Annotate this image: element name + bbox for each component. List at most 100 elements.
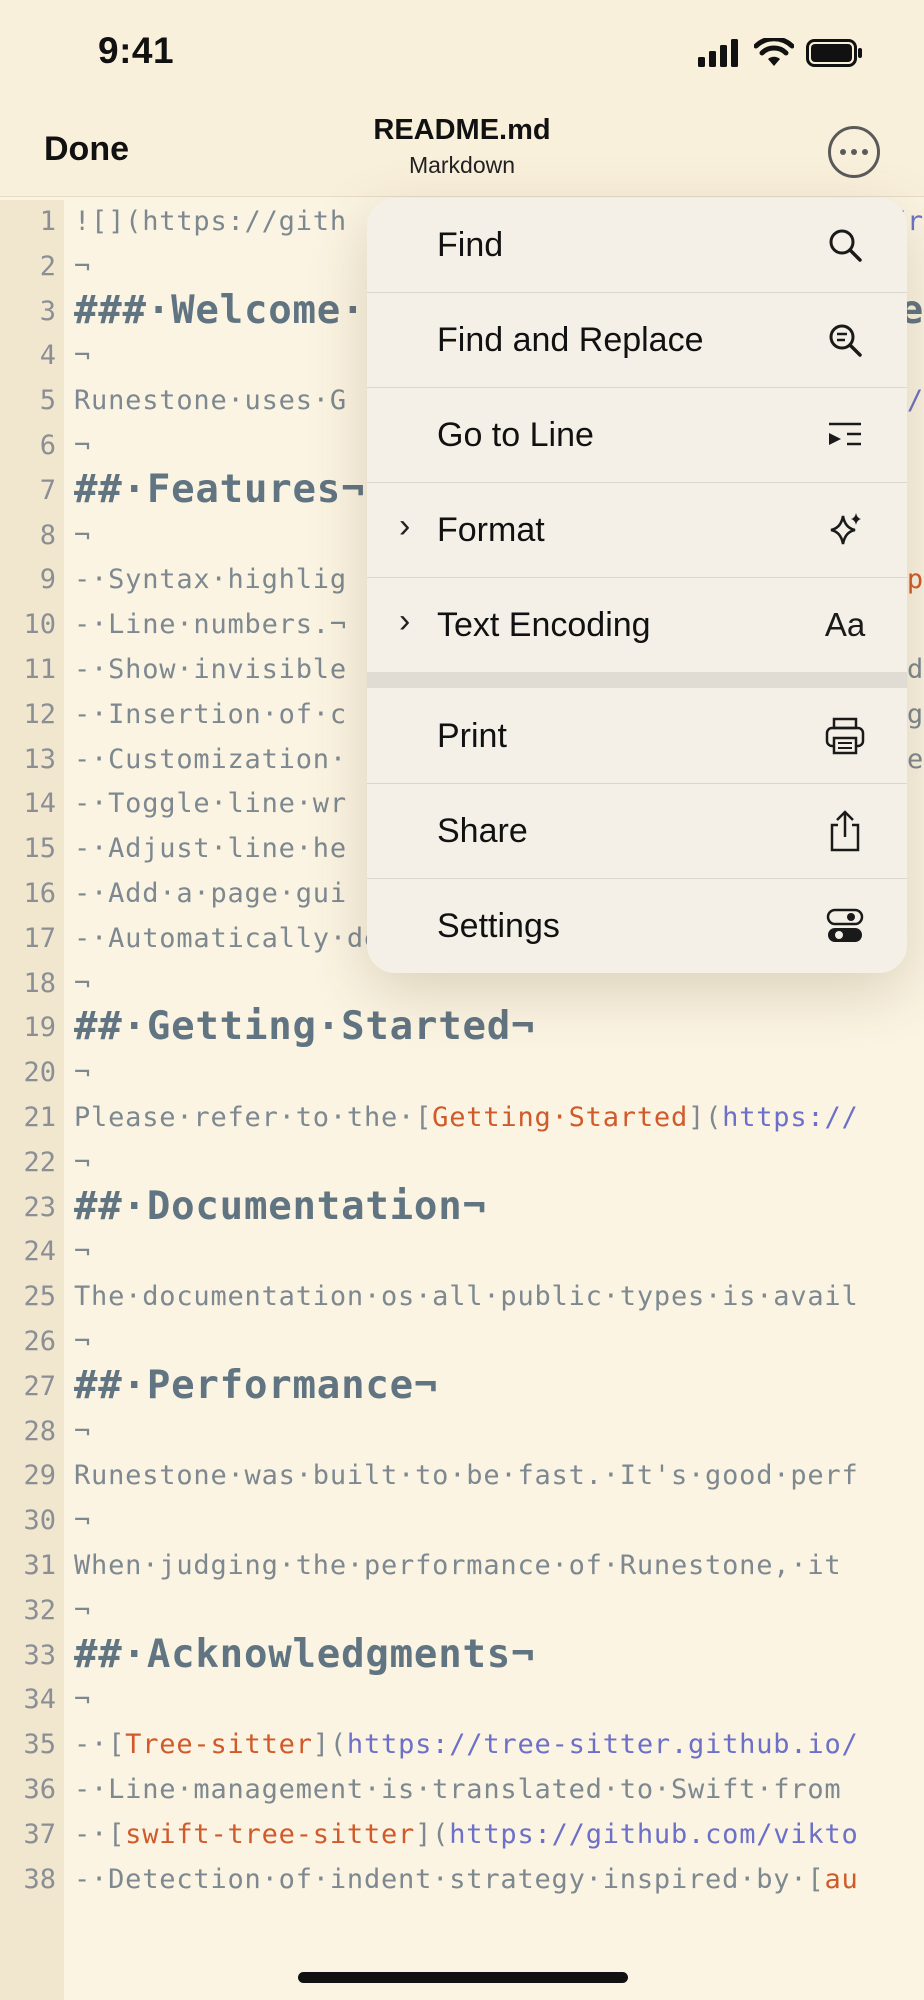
code-line[interactable]: 19 ##·Getting·Started¬ bbox=[0, 1006, 924, 1050]
home-indicator[interactable] bbox=[298, 1972, 628, 1983]
heading-text: ###·Welcome·t bbox=[74, 290, 390, 333]
code-text: ¬ bbox=[74, 340, 91, 371]
code-line[interactable]: 21 Please·refer·to·the·[Getting·Started](… bbox=[0, 1096, 924, 1140]
code-line[interactable]: 37 -·[swift-tree-sitter](https://github.c… bbox=[0, 1813, 924, 1857]
status-icons bbox=[698, 36, 864, 70]
menu-item-print[interactable]: Print bbox=[367, 689, 907, 784]
line-number: 17 bbox=[23, 922, 56, 954]
more-options-icon[interactable] bbox=[828, 126, 880, 178]
printer-icon bbox=[821, 712, 869, 760]
code-fragment: -·Line·numbers.¬ bbox=[74, 609, 347, 641]
menu-item-label: Text Encoding bbox=[437, 606, 651, 644]
code-line[interactable]: 34 ¬ bbox=[0, 1678, 924, 1722]
code-line[interactable]: 29 Runestone·was·built·to·be·fast.·It's·g… bbox=[0, 1454, 924, 1498]
code-line[interactable]: 24 ¬ bbox=[0, 1230, 924, 1274]
line-number: 14 bbox=[23, 788, 56, 820]
code-fragment: Please·refer·to·the·[ bbox=[74, 1102, 433, 1133]
heading-text: ##·Features¬ bbox=[74, 469, 365, 512]
wifi-icon bbox=[754, 38, 794, 66]
menu-item-text-encoding[interactable]: › Text Encoding Aa bbox=[367, 578, 907, 673]
status-bar: 9:41 bbox=[0, 0, 924, 100]
line-number: 19 bbox=[23, 1012, 56, 1044]
menu-item-go-to-line[interactable]: Go to Line bbox=[367, 388, 907, 483]
code-line[interactable]: 25 The·documentation·os·all·public·types·… bbox=[0, 1275, 924, 1319]
menu-item-settings[interactable]: Settings bbox=[367, 879, 907, 973]
link-url: https://tree-sitter.github.io/ bbox=[346, 1729, 859, 1761]
code-text: -·[swift-tree-sitter](https://github.com… bbox=[74, 1819, 859, 1850]
code-fragment: When·judging·the·performance·of·Runeston… bbox=[74, 1550, 842, 1581]
code-text: ¬ bbox=[74, 1416, 91, 1447]
code-text: The·documentation·os·all·public·types·is… bbox=[74, 1281, 859, 1312]
code-fragment: ¬ bbox=[74, 1684, 92, 1716]
line-number: 35 bbox=[23, 1729, 56, 1761]
code-line[interactable]: 20 ¬ bbox=[0, 1051, 924, 1095]
menu-item-find-and-replace[interactable]: Find and Replace bbox=[367, 293, 907, 388]
line-number: 33 bbox=[23, 1639, 56, 1671]
code-text: -·Detection·of·indent·strategy·inspired·… bbox=[74, 1864, 859, 1895]
code-fragment: ##·Acknowledgments¬ bbox=[74, 1633, 536, 1677]
chevron-right-icon: › bbox=[399, 602, 411, 640]
menu-item-label: Print bbox=[437, 717, 507, 755]
code-fragment: ##·Documentation¬ bbox=[74, 1185, 487, 1229]
code-text: ¬ bbox=[74, 968, 91, 999]
code-text: ¬ bbox=[74, 1147, 91, 1178]
menu-item-label: Go to Line bbox=[437, 416, 594, 454]
code-fragment: -·Customization· bbox=[74, 743, 347, 775]
line-number: 30 bbox=[23, 1505, 56, 1537]
line-number: 22 bbox=[23, 1146, 56, 1178]
code-fragment: ¬ bbox=[74, 967, 92, 999]
code-text: -·Customization· bbox=[74, 744, 347, 775]
code-fragment: ¬ bbox=[74, 430, 92, 461]
heading-text: ##·Acknowledgments¬ bbox=[74, 1634, 535, 1677]
line-number: 18 bbox=[23, 967, 56, 999]
code-text: ¬ bbox=[74, 251, 91, 282]
link-text: Getting·Started bbox=[432, 1102, 689, 1133]
code-line[interactable]: 22 ¬ bbox=[0, 1141, 924, 1185]
line-number: 38 bbox=[23, 1863, 56, 1895]
code-line[interactable]: 28 ¬ bbox=[0, 1410, 924, 1454]
menu-item-label: Find and Replace bbox=[437, 321, 704, 359]
line-number: 10 bbox=[23, 609, 56, 641]
chevron-right-icon: › bbox=[399, 507, 411, 545]
link-url: https:// bbox=[722, 1102, 859, 1133]
code-line[interactable]: 38 -·Detection·of·indent·strategy·inspire… bbox=[0, 1858, 924, 1902]
code-text: -·Adjust·line·he bbox=[74, 833, 347, 864]
code-line[interactable]: 33 ##·Acknowledgments¬ bbox=[0, 1634, 924, 1678]
menu-item-find[interactable]: Find bbox=[367, 198, 907, 293]
code-line[interactable]: 36 -·Line·management·is·translated·to·Swi… bbox=[0, 1768, 924, 1812]
heading-text: ##·Performance¬ bbox=[74, 1365, 438, 1408]
menu-item-share[interactable]: Share bbox=[367, 784, 907, 879]
code-fragment: ###·Welcome·t bbox=[74, 289, 390, 333]
code-fragment: ]( bbox=[415, 1818, 450, 1850]
code-text: -·Syntax·highlig bbox=[74, 564, 347, 595]
menu-item-format[interactable]: › Format bbox=[367, 483, 907, 578]
share-icon bbox=[821, 807, 869, 855]
text-encoding-icon: Aa bbox=[824, 606, 866, 643]
code-line[interactable]: 27 ##·Performance¬ bbox=[0, 1365, 924, 1409]
code-line[interactable]: 35 -·[Tree-sitter](https://tree-sitter.gi… bbox=[0, 1723, 924, 1767]
code-fragment: Runestone·uses·G bbox=[74, 385, 347, 417]
link-text: Tree-sitter bbox=[125, 1729, 313, 1761]
code-fragment: ¬ bbox=[74, 1594, 92, 1626]
code-fragment: -·Toggle·line·wr bbox=[74, 788, 347, 820]
code-fragment: -·[ bbox=[74, 1818, 126, 1850]
code-line[interactable]: 23 ##·Documentation¬ bbox=[0, 1186, 924, 1230]
code-line[interactable]: 31 When·judging·the·performance·of·Runest… bbox=[0, 1544, 924, 1588]
code-text: ¬ bbox=[74, 520, 91, 551]
line-number: 20 bbox=[23, 1057, 56, 1089]
code-fragment: ¬ bbox=[74, 1505, 92, 1537]
code-text: -·[Tree-sitter](https://tree-sitter.gith… bbox=[74, 1729, 859, 1760]
line-number: 12 bbox=[23, 698, 56, 730]
code-text: -·Insertion·of·c bbox=[74, 699, 347, 730]
menu-separator bbox=[367, 672, 907, 688]
code-text: ¬ bbox=[74, 1595, 91, 1626]
link-text: au bbox=[824, 1863, 859, 1895]
code-fragment: ![](https://gith bbox=[74, 206, 347, 237]
code-line[interactable]: 26 ¬ bbox=[0, 1320, 924, 1364]
code-text: Runestone·uses·G bbox=[74, 385, 347, 416]
line-number: 31 bbox=[23, 1550, 56, 1581]
code-line[interactable]: 32 ¬ bbox=[0, 1589, 924, 1633]
line-number: 5 bbox=[39, 385, 56, 417]
code-line[interactable]: 30 ¬ bbox=[0, 1499, 924, 1543]
heading-text: ##·Getting·Started¬ bbox=[74, 1006, 535, 1049]
